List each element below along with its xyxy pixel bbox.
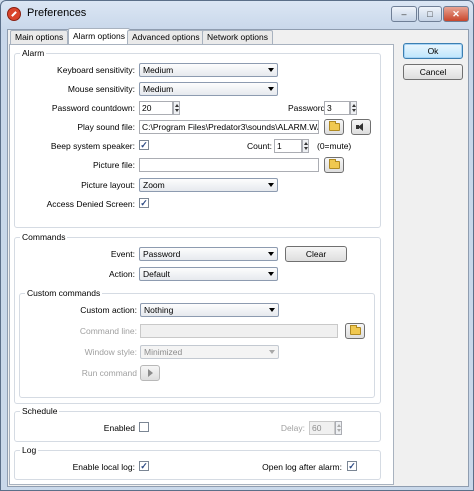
browse-picture-button[interactable] <box>324 157 344 173</box>
dialog-client-area: Main options Alarm options Advanced opti… <box>7 28 469 487</box>
chevron-down-icon <box>269 350 275 354</box>
delay-label: Delay: <box>280 423 305 433</box>
run-command-label: Run command <box>81 368 137 378</box>
enable-local-log-label: Enable local log: <box>72 462 135 472</box>
window-style-value: Minimized <box>144 347 183 357</box>
schedule-enabled-checkbox[interactable] <box>139 422 149 432</box>
action-value: Default <box>143 269 170 279</box>
event-label: Event: <box>110 249 135 259</box>
folder-icon <box>328 159 340 169</box>
schedule-group-label: Schedule <box>20 406 60 416</box>
tab-alarm-options[interactable]: Alarm options <box>68 28 130 45</box>
beep-speaker-label: Beep system speaker: <box>50 141 135 151</box>
browse-command-button[interactable] <box>345 323 365 339</box>
chevron-down-icon <box>268 87 274 91</box>
event-select[interactable]: Password <box>139 247 278 261</box>
command-line-input[interactable] <box>140 324 338 338</box>
chevron-down-icon <box>269 308 275 312</box>
play-icon <box>147 369 153 377</box>
chevron-down-icon <box>268 183 274 187</box>
play-sound-label: Play sound file: <box>77 122 135 132</box>
picture-file-input[interactable] <box>139 158 319 172</box>
picture-file-label: Picture file: <box>92 160 135 170</box>
event-value: Password <box>143 249 181 259</box>
count-label: Count: <box>246 141 272 151</box>
schedule-enabled-label: Enabled <box>103 423 135 433</box>
delay-spinner[interactable] <box>335 421 342 435</box>
window-style-select[interactable]: Minimized <box>140 345 279 359</box>
open-log-after-alarm-label: Open log after alarm: <box>262 462 342 472</box>
count-hint: (0=mute) <box>317 141 352 151</box>
ok-button[interactable]: Ok <box>403 43 463 59</box>
password-countdown-spinner[interactable] <box>173 101 180 115</box>
delay-input[interactable]: 60 <box>309 421 335 435</box>
access-denied-label: Access Denied Screen: <box>46 199 135 209</box>
count-spinner[interactable] <box>302 139 309 153</box>
clear-button[interactable]: Clear <box>285 246 347 262</box>
mouse-sensitivity-value: Medium <box>143 84 174 94</box>
keyboard-sensitivity-select[interactable]: Medium <box>139 63 278 77</box>
chevron-down-icon <box>268 252 274 256</box>
enable-local-log-checkbox[interactable]: ✓ <box>139 461 149 471</box>
commands-group-label: Commands <box>20 232 68 242</box>
password-countdown-input[interactable]: 20 <box>139 101 173 115</box>
schedule-group: Schedule Enabled Delay: 60 <box>14 406 381 442</box>
window-style-label: Window style: <box>84 347 137 357</box>
speaker-icon <box>355 123 367 131</box>
tab-network-options[interactable]: Network options <box>202 30 273 44</box>
picture-layout-select[interactable]: Zoom <box>139 178 278 192</box>
action-select[interactable]: Default <box>139 267 278 281</box>
browse-sound-button[interactable] <box>324 119 344 135</box>
folder-icon <box>349 325 361 335</box>
preferences-window: Preferences – □ ✕ Main options Alarm opt… <box>0 0 474 491</box>
close-button[interactable]: ✕ <box>443 6 469 22</box>
chevron-down-icon <box>268 272 274 276</box>
mouse-sensitivity-select[interactable]: Medium <box>139 82 278 96</box>
custom-action-value: Nothing <box>144 305 174 315</box>
open-log-after-alarm-checkbox[interactable]: ✓ <box>347 461 357 471</box>
window-title: Preferences <box>27 7 87 19</box>
title-bar[interactable]: Preferences – □ ✕ <box>1 1 473 29</box>
action-label: Action: <box>109 269 135 279</box>
folder-icon <box>328 121 340 131</box>
log-group: Log Enable local log: ✓ Open log after a… <box>14 445 381 480</box>
tab-main-options[interactable]: Main options <box>10 30 69 44</box>
picture-layout-label: Picture layout: <box>81 180 135 190</box>
app-logo-icon <box>7 7 21 21</box>
commands-group: Commands Event: Password Clear Action: D… <box>14 232 381 404</box>
custom-commands-label: Custom commands <box>25 288 103 298</box>
beep-speaker-checkbox[interactable]: ✓ <box>139 140 149 150</box>
maximize-button[interactable]: □ <box>418 6 442 22</box>
run-command-button[interactable] <box>140 365 160 381</box>
custom-action-select[interactable]: Nothing <box>140 303 279 317</box>
custom-commands-group: Custom commands Custom action: Nothing C… <box>19 288 375 398</box>
password-trials-input[interactable]: 3 <box>324 101 350 115</box>
keyboard-sensitivity-value: Medium <box>143 65 174 75</box>
alarm-options-panel: Alarm Keyboard sensitivity: Medium Mouse… <box>9 44 394 485</box>
log-group-label: Log <box>20 445 39 455</box>
cancel-button[interactable]: Cancel <box>403 64 463 80</box>
alarm-group: Alarm Keyboard sensitivity: Medium Mouse… <box>14 48 381 228</box>
picture-layout-value: Zoom <box>143 180 165 190</box>
custom-action-label: Custom action: <box>80 305 137 315</box>
password-trials-spinner[interactable] <box>350 101 357 115</box>
play-sound-button[interactable] <box>351 119 371 135</box>
password-countdown-label: Password countdown: <box>51 103 135 113</box>
keyboard-sensitivity-label: Keyboard sensitivity: <box>57 65 135 75</box>
command-line-label: Command line: <box>79 326 137 336</box>
minimize-button[interactable]: – <box>391 6 417 22</box>
mouse-sensitivity-label: Mouse sensitivity: <box>67 84 135 94</box>
tab-advanced-options[interactable]: Advanced options <box>127 30 205 44</box>
sound-file-input[interactable]: C:\Program Files\Predator3\sounds\ALARM.… <box>139 120 319 134</box>
chevron-down-icon <box>268 68 274 72</box>
count-input[interactable]: 1 <box>274 139 302 153</box>
alarm-group-label: Alarm <box>20 48 47 58</box>
access-denied-checkbox[interactable]: ✓ <box>139 198 149 208</box>
